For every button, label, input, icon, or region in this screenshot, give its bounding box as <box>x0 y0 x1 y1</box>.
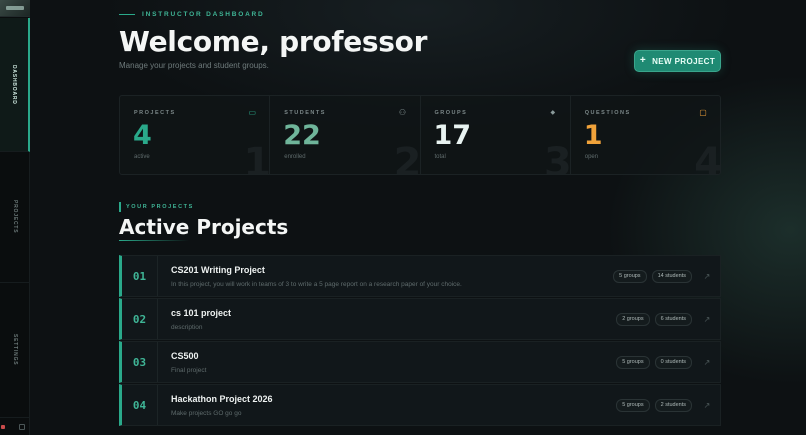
page-kicker-text: INSTRUCTOR DASHBOARD <box>142 11 265 18</box>
section-kicker: YOUR PROJECTS <box>119 202 194 212</box>
page-kicker: INSTRUCTOR DASHBOARD <box>119 11 265 18</box>
students-badge: 6 students <box>654 312 692 326</box>
project-description: Make projects GO go go <box>171 409 242 417</box>
stat-label: GROUPS <box>434 110 468 116</box>
sidebar-footer <box>0 419 30 435</box>
chat-icon: ▢ <box>699 108 707 117</box>
stat-sub: open <box>584 154 599 160</box>
section-title: Active Projects <box>119 215 289 239</box>
stat-card-students: STUDENTS ⚇ 22 enrolled 2 <box>270 96 421 174</box>
collapse-icon[interactable] <box>19 424 25 430</box>
app-logo[interactable] <box>0 0 30 17</box>
stat-value: 4 <box>133 120 152 151</box>
project-row[interactable]: 02 cs 101 project description 2 groups 6… <box>119 298 721 340</box>
project-row[interactable]: 01 CS201 Writing Project In this project… <box>119 255 721 297</box>
stat-ghost-number: 2 <box>393 140 421 174</box>
project-row[interactable]: 04 Hackathon Project 2026 Make projects … <box>119 384 721 426</box>
network-icon: ◆ <box>550 110 556 116</box>
stat-value: 17 <box>433 120 472 151</box>
project-number: 04 <box>122 385 158 425</box>
section-underline <box>119 240 189 241</box>
project-name: CS500 <box>171 350 199 361</box>
stat-card-questions: QUESTIONS ▢ 1 open 4 <box>571 96 720 174</box>
sidebar-item-label: PROJECTS <box>12 200 18 234</box>
project-number: 03 <box>122 342 158 382</box>
plus-icon: + <box>639 55 647 66</box>
stat-value: 22 <box>283 120 321 151</box>
groups-badge: 2 groups <box>616 312 650 326</box>
project-list: 01 CS201 Writing Project In this project… <box>119 255 721 427</box>
stat-sub: enrolled <box>284 154 306 160</box>
project-description: In this project, you will work in teams … <box>171 280 462 288</box>
sidebar-item-label: DASHBOARD <box>11 64 17 105</box>
students-badge: 0 students <box>654 355 692 369</box>
stat-value: 1 <box>583 120 603 151</box>
stat-sub: total <box>434 154 446 160</box>
students-badge: 2 students <box>654 398 692 412</box>
project-row[interactable]: 03 CS500 Final project 5 groups 0 studen… <box>119 341 721 383</box>
stat-label: QUESTIONS <box>584 110 631 116</box>
stats-panel: PROJECTS ▭ 4 active 1 STUDENTS ⚇ 22 enro… <box>119 95 721 175</box>
page-subtitle: Manage your projects and student groups. <box>119 61 269 70</box>
project-name: CS201 Writing Project <box>171 264 265 275</box>
open-arrow-icon[interactable]: ↗ <box>698 272 716 281</box>
page-title: Welcome, professor <box>119 25 428 58</box>
project-name: Hackathon Project 2026 <box>171 393 273 404</box>
project-description: description <box>171 323 203 331</box>
logout-icon[interactable] <box>1 425 5 429</box>
stat-card-groups: GROUPS ◆ 17 total 3 <box>421 96 571 174</box>
open-arrow-icon[interactable]: ↗ <box>698 315 716 324</box>
new-project-button[interactable]: + NEW PROJECT <box>634 50 721 72</box>
users-icon: ⚇ <box>398 108 407 117</box>
groups-badge: 5 groups <box>616 398 650 412</box>
stat-ghost-number: 1 <box>243 140 271 174</box>
sidebar-item-settings[interactable]: SETTINGS <box>0 283 30 418</box>
groups-badge: 5 groups <box>613 269 647 283</box>
new-project-label: NEW PROJECT <box>652 56 716 66</box>
open-arrow-icon[interactable]: ↗ <box>698 401 716 410</box>
stat-sub: active <box>134 154 150 160</box>
project-name: cs 101 project <box>171 307 232 318</box>
folder-icon: ▭ <box>248 108 257 117</box>
stat-label: STUDENTS <box>284 110 326 116</box>
project-description: Final project <box>171 366 207 374</box>
students-badge: 14 students <box>651 269 692 283</box>
sidebar-item-label: SETTINGS <box>12 334 18 366</box>
project-number: 02 <box>122 299 158 339</box>
project-number: 01 <box>122 256 158 296</box>
sidebar-item-projects[interactable]: PROJECTS <box>0 152 30 283</box>
groups-badge: 5 groups <box>616 355 650 369</box>
section-kicker-text: YOUR PROJECTS <box>126 204 194 210</box>
stat-card-projects: PROJECTS ▭ 4 active 1 <box>120 96 271 174</box>
stat-ghost-number: 3 <box>543 140 571 174</box>
sidebar: DASHBOARD PROJECTS SETTINGS <box>0 0 30 435</box>
open-arrow-icon[interactable]: ↗ <box>698 358 716 367</box>
stat-label: PROJECTS <box>134 110 176 116</box>
stat-ghost-number: 4 <box>694 140 720 174</box>
sidebar-item-dashboard[interactable]: DASHBOARD <box>0 18 30 152</box>
